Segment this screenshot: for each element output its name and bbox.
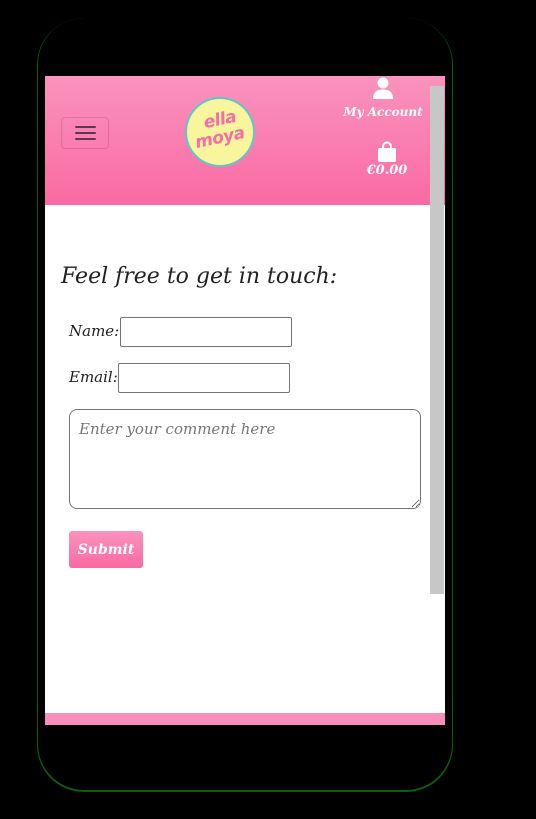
- submit-button[interactable]: Submit: [69, 531, 143, 568]
- ella-moya-logo[interactable]: ella moya: [187, 99, 253, 165]
- hamburger-menu-icon[interactable]: [61, 117, 109, 149]
- shopping-cart-link[interactable]: €0.00: [359, 141, 415, 181]
- contact-title: Feel free to get in touch:: [61, 264, 338, 289]
- email-label: Email:: [69, 368, 118, 386]
- user-icon: [373, 77, 393, 99]
- scrollbar-thumb[interactable]: [430, 86, 444, 594]
- shopping-bag-icon: [378, 141, 396, 162]
- email-input[interactable]: [118, 363, 290, 393]
- phone-screen: ella moya My Account €0.00 Feel free to …: [45, 76, 445, 725]
- comment-textarea[interactable]: [69, 409, 421, 509]
- footer-bar: [45, 713, 445, 725]
- name-label: Name:: [69, 322, 120, 340]
- name-input[interactable]: [120, 317, 292, 347]
- my-account-link[interactable]: My Account: [343, 76, 423, 124]
- site-header: ella moya My Account €0.00: [45, 76, 445, 205]
- cart-total: €0.00: [366, 163, 408, 178]
- my-account-label: My Account: [343, 105, 423, 119]
